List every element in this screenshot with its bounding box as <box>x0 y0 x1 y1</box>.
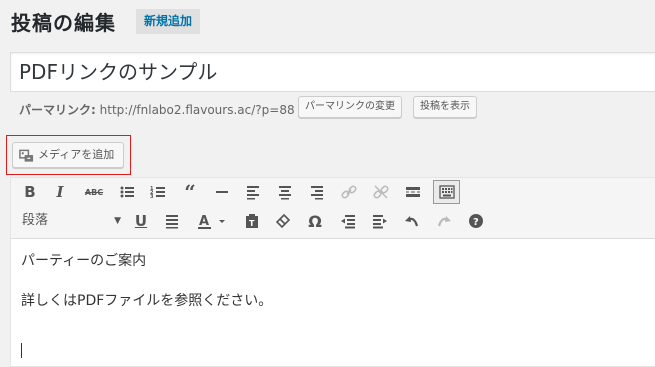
bold-icon[interactable]: B <box>18 180 42 204</box>
align-left-icon[interactable] <box>241 180 265 204</box>
text-cursor <box>21 343 22 358</box>
strikethrough-icon[interactable]: ABC <box>82 180 106 204</box>
text-color-icon[interactable]: A <box>194 209 232 233</box>
help-icon[interactable]: ? <box>464 209 488 233</box>
permalink-row: パーマリンク: http://fnlabo2.flavours.ac/?p=88 <box>19 101 295 118</box>
add-new-button[interactable]: 新規追加 <box>136 9 201 34</box>
svg-text:?: ? <box>473 217 479 228</box>
insert-link-icon[interactable] <box>337 180 361 204</box>
read-more-icon[interactable] <box>401 180 425 204</box>
permalink-label: パーマリンク: <box>19 103 96 117</box>
add-media-label: メディアを追加 <box>38 148 115 161</box>
chevron-down-icon: ▼ <box>114 216 121 226</box>
view-post-button[interactable]: 投稿を表示 <box>413 96 477 118</box>
remove-link-icon[interactable] <box>369 180 393 204</box>
align-right-icon[interactable] <box>305 180 329 204</box>
svg-text:A: A <box>199 214 209 229</box>
italic-icon[interactable]: I <box>48 180 72 204</box>
underline-icon[interactable]: U <box>129 209 153 233</box>
post-title-input[interactable]: PDFリンクのサンプル <box>10 52 655 92</box>
redo-icon[interactable] <box>432 209 456 233</box>
editor-content[interactable]: パーティーのご案内 詳しくはPDFファイルを参照ください。 <box>21 251 272 311</box>
add-media-icon <box>19 148 34 162</box>
change-permalink-button[interactable]: パーマリンクの変更 <box>298 96 402 118</box>
clear-formatting-icon[interactable] <box>271 209 295 233</box>
paste-as-text-icon[interactable]: T <box>240 209 264 233</box>
numbered-list-icon[interactable]: 123 <box>146 180 170 204</box>
bulleted-list-icon[interactable] <box>115 180 139 204</box>
toolbar-toggle-icon[interactable] <box>433 180 460 204</box>
outdent-icon[interactable] <box>336 209 360 233</box>
special-character-icon[interactable]: Ω <box>303 209 327 233</box>
svg-text:T: T <box>249 219 255 228</box>
indent-icon[interactable] <box>368 209 392 233</box>
format-select[interactable]: 段落 ▼ <box>16 210 124 232</box>
add-media-button[interactable]: メディアを追加 <box>12 142 124 168</box>
align-center-icon[interactable] <box>273 180 297 204</box>
format-select-value: 段落 <box>22 213 49 228</box>
blockquote-icon[interactable]: “ <box>178 180 202 204</box>
svg-text:3: 3 <box>150 194 154 200</box>
horizontal-line-icon[interactable] <box>210 180 234 204</box>
content-line: パーティーのご案内 <box>21 253 147 269</box>
page-title: 投稿の編集 <box>11 11 116 35</box>
justify-icon[interactable] <box>160 209 184 233</box>
content-line: 詳しくはPDFファイルを参照ください。 <box>21 293 273 309</box>
permalink-url[interactable]: http://fnlabo2.flavours.ac/?p=88 <box>100 103 295 117</box>
undo-icon[interactable] <box>400 209 424 233</box>
